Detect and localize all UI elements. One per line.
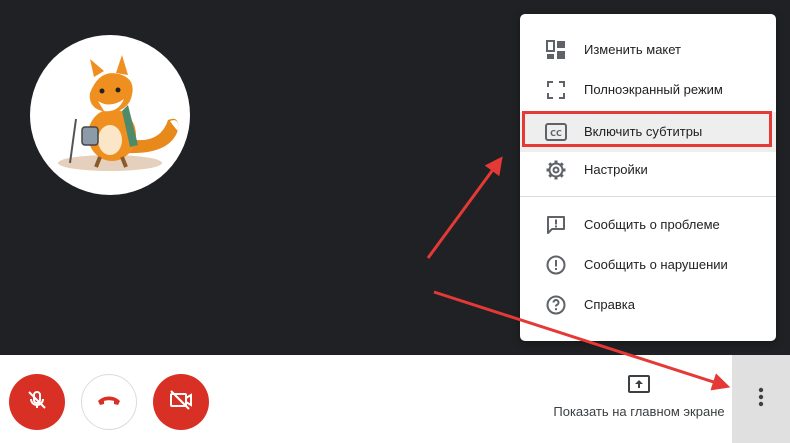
menu-item-label: Изменить макет [584,42,682,57]
mic-off-icon [26,389,48,416]
menu-item-help[interactable]: Справка [520,285,776,325]
help-icon [544,293,568,317]
fullscreen-icon [544,78,568,102]
menu-item-captions[interactable]: CC Включить субтитры [520,112,776,152]
menu-item-fullscreen[interactable]: Полноэкранный режим [520,70,776,110]
feedback-icon [544,213,568,237]
participant-avatar [30,35,190,195]
camera-off-icon [168,389,194,416]
more-vert-icon [758,387,764,412]
menu-item-settings[interactable]: Настройки [520,150,776,190]
menu-divider [520,196,776,197]
menu-item-change-layout[interactable]: Изменить макет [520,30,776,70]
mic-toggle-button[interactable] [9,374,65,430]
present-now-button[interactable]: Показать на главном экране [548,375,730,425]
fox-illustration [58,55,179,171]
hangup-button[interactable] [81,374,137,430]
more-options-menu: Изменить макет Полноэкранный режим CC Вк… [520,14,776,341]
menu-item-label: Сообщить о проблеме [584,217,720,232]
call-controls-bar: Показать на главном экране [0,355,790,443]
captions-icon: CC [544,120,568,144]
hangup-icon [96,393,122,412]
menu-item-label: Справка [584,297,635,312]
layout-icon [544,38,568,62]
svg-text:CC: CC [550,129,562,138]
menu-item-label: Настройки [584,162,648,177]
menu-item-report-abuse[interactable]: Сообщить о нарушении [520,245,776,285]
camera-toggle-button[interactable] [153,374,209,430]
menu-item-label: Сообщить о нарушении [584,257,728,272]
more-options-button[interactable] [732,355,790,443]
report-icon [544,253,568,277]
present-now-label: Показать на главном экране [553,404,725,419]
menu-item-label: Полноэкранный режим [584,82,723,97]
menu-item-report-problem[interactable]: Сообщить о проблеме [520,205,776,245]
menu-item-label: Включить субтитры [584,124,703,139]
gear-icon [544,158,568,182]
present-screen-icon [548,375,730,398]
